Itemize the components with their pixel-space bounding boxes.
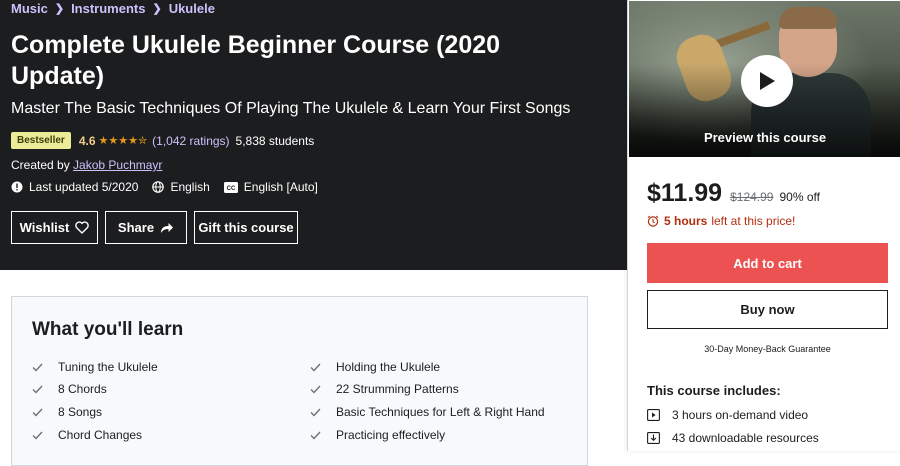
learn-item-text: 22 Strumming Patterns [336, 382, 459, 396]
checkmark-icon [32, 385, 43, 393]
add-to-cart-button[interactable]: Add to cart [647, 243, 888, 283]
checkmark-icon [310, 431, 321, 439]
checkmark-icon [310, 408, 321, 416]
svg-text:CC: CC [226, 186, 235, 192]
learn-title: What you'll learn [32, 319, 184, 340]
star-rating-icon: ★★★★✮ [98, 135, 148, 147]
include-resources-text: 43 downloadable resources [672, 431, 819, 445]
checkmark-icon [310, 385, 321, 393]
time-left-suffix: left at this price! [711, 214, 796, 228]
instructor-link[interactable]: Jakob Puchmayr [73, 158, 162, 172]
breadcrumb-ukulele[interactable]: Ukulele [169, 1, 215, 16]
price-row: $11.99 $124.99 90% off [647, 179, 820, 208]
chevron-right-icon: ❯ [54, 3, 65, 15]
alert-badge-icon [11, 181, 23, 193]
wishlist-label: Wishlist [19, 220, 70, 235]
learn-item-text: Practicing effectively [336, 428, 446, 442]
current-price: $11.99 [647, 179, 723, 207]
learn-item-text: Basic Techniques for Left & Right Hand [336, 405, 545, 419]
discount-percent: 90% off [779, 190, 820, 204]
time-left-hours: 5 hours [664, 214, 708, 228]
language-text: English [170, 180, 210, 194]
preview-label: Preview this course [703, 130, 827, 145]
students-count: 5,838 students [235, 133, 315, 148]
learn-item-text: Tuning the Ukulele [58, 360, 158, 374]
checkmark-icon [32, 431, 43, 439]
learn-item-text: Holding the Ukulele [336, 360, 441, 374]
wishlist-button[interactable]: Wishlist [11, 211, 98, 244]
course-language: English [152, 180, 210, 194]
course-preview-video[interactable]: Preview this course [629, 1, 900, 157]
checkmark-icon [32, 363, 43, 371]
learn-item: 8 Chords [32, 382, 107, 396]
captions-text: English [Auto] [243, 180, 318, 194]
checkmark-icon [310, 363, 321, 371]
last-updated: Last updated 5/2020 [11, 180, 138, 194]
last-updated-text: Last updated 5/2020 [29, 180, 139, 194]
file-icon [647, 432, 660, 444]
breadcrumb: Music ❯ Instruments ❯ Ukulele [11, 1, 215, 16]
gift-course-button[interactable]: Gift this course [194, 211, 298, 244]
learn-item-text: Chord Changes [58, 428, 143, 442]
share-button[interactable]: Share [105, 211, 187, 244]
course-captions: CC English [Auto] [223, 180, 318, 194]
price-deadline: 5 hours left at this price! [647, 214, 795, 228]
chevron-right-icon: ❯ [152, 3, 162, 15]
purchase-sidebar: Preview this course $11.99 $124.99 90% o… [627, 0, 900, 451]
learn-item: 8 Songs [32, 405, 102, 419]
alarm-clock-icon [647, 215, 659, 227]
include-video: 3 hours on-demand video [647, 408, 808, 422]
buy-now-button[interactable]: Buy now [647, 290, 888, 329]
course-actions: Wishlist Share Gift this course [11, 211, 305, 244]
play-icon [760, 72, 775, 90]
learn-item-text: 8 Chords [58, 382, 107, 396]
closed-captions-icon: CC [223, 181, 238, 193]
ratings-count-link[interactable]: (1,042 ratings) [152, 134, 229, 148]
video-icon [647, 409, 660, 421]
breadcrumb-music[interactable]: Music [11, 1, 48, 16]
share-label: Share [117, 220, 155, 235]
learn-item: Tuning the Ukulele [32, 360, 158, 374]
learn-item: Basic Techniques for Left & Right Hand [310, 405, 545, 419]
checkmark-icon [32, 408, 43, 416]
include-video-text: 3 hours on-demand video [672, 408, 809, 422]
original-price: $124.99 [730, 190, 774, 204]
heart-icon [75, 221, 90, 234]
globe-icon [152, 181, 165, 193]
bestseller-badge: Bestseller [11, 132, 71, 149]
learn-item: Chord Changes [32, 428, 142, 442]
learn-item: Holding the Ukulele [310, 360, 440, 374]
learn-item: Practicing effectively [310, 428, 445, 442]
course-includes-title: This course includes: [647, 383, 781, 398]
money-back-guarantee: 30-Day Money-Back Guarantee [704, 344, 831, 354]
breadcrumb-instruments[interactable]: Instruments [71, 1, 145, 16]
share-arrow-icon [161, 222, 174, 233]
course-title: Complete Ukulele Beginner Course (2020 U… [11, 31, 501, 90]
play-button[interactable] [741, 55, 793, 107]
rating-row: Bestseller 4.6 ★★★★✮ (1,042 ratings) 5,8… [11, 132, 314, 149]
what-youll-learn: What you'll learn Tuning the Ukulele 8 C… [11, 296, 588, 466]
created-by: Created by Jakob Puchmayr [11, 158, 162, 172]
created-by-label: Created by [11, 158, 70, 172]
include-resources: 43 downloadable resources [647, 431, 819, 445]
learn-item-text: 8 Songs [58, 405, 103, 419]
rating-value: 4.6 [78, 133, 96, 148]
course-subtitle: Master The Basic Techniques Of Playing T… [11, 100, 571, 117]
learn-item: 22 Strumming Patterns [310, 382, 459, 396]
course-meta: Last updated 5/2020 English CC English [… [11, 180, 332, 194]
